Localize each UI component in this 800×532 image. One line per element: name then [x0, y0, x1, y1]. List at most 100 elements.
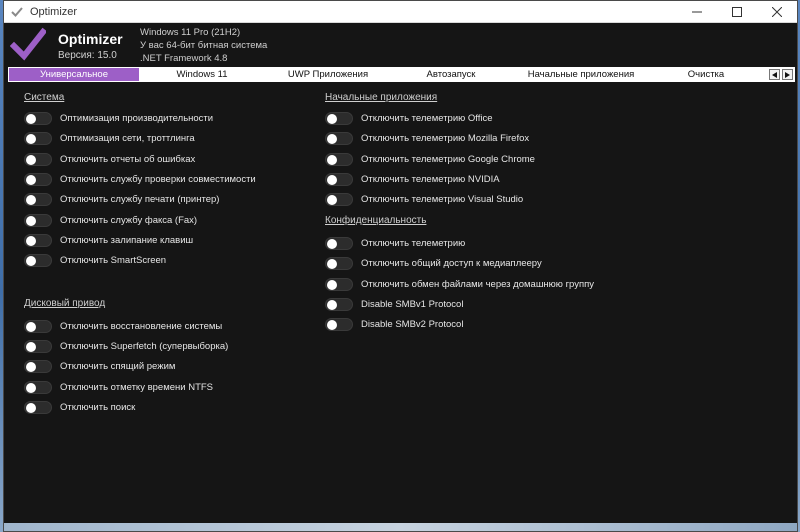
app-version: Версия: 15.0 — [58, 50, 117, 61]
toggle-row[interactable]: Отключить спящий режим — [24, 359, 175, 373]
toggle-label: Отключить телеметрию NVIDIA — [361, 173, 500, 185]
tab-scroll-left-button[interactable] — [769, 69, 780, 80]
toggle-label: Отключить восстановление системы — [60, 320, 223, 332]
toggle-switch[interactable] — [325, 317, 353, 331]
toggle-switch[interactable] — [24, 359, 52, 373]
toggle-row[interactable]: Отключить телеметрию NVIDIA — [325, 172, 500, 186]
toggle-label: Отключить обмен файлами через домашнюю г… — [361, 278, 595, 290]
toggle-row[interactable]: Оптимизация сети, троттлинга — [24, 131, 195, 145]
toggle-row[interactable]: Отключить телеметрию Visual Studio — [325, 192, 523, 206]
toggle-switch[interactable] — [325, 297, 353, 311]
toggle-row[interactable]: Отключить поиск — [24, 400, 135, 414]
toggle-label: Отключить залипание клавиш — [60, 234, 194, 246]
app-name: Optimizer — [58, 31, 123, 47]
maximize-icon — [732, 6, 742, 17]
tab-bar: Универсальное Windows 11 UWP Приложения … — [8, 67, 795, 82]
section-title-disk: Дисковый привод — [24, 298, 106, 309]
toggle-label: Отключить службу проверки совместимости — [60, 173, 256, 185]
toggle-row[interactable]: Отключить телеметрию Office — [325, 111, 493, 125]
toggle-switch[interactable] — [24, 233, 52, 247]
tab-universal[interactable]: Универсальное — [9, 68, 139, 81]
toggle-switch[interactable] — [24, 339, 52, 353]
desktop-strip — [4, 523, 797, 531]
checkmark-logo-icon — [10, 27, 46, 61]
toggle-label: Отключить SmartScreen — [60, 254, 167, 266]
toggle-switch[interactable] — [24, 319, 52, 333]
toggle-row[interactable]: Оптимизация производительности — [24, 111, 213, 125]
toggle-switch[interactable] — [24, 213, 52, 227]
tab-startup-apps[interactable]: Начальные приложения — [511, 68, 651, 81]
tab-windows-11[interactable]: Windows 11 — [140, 68, 264, 81]
checkmark-app-icon — [10, 5, 24, 19]
toggle-switch[interactable] — [24, 111, 52, 125]
section-title-startup: Начальные приложения — [325, 92, 438, 103]
toggle-switch[interactable] — [24, 192, 52, 206]
toggle-row[interactable]: Отключить службу печати (принтер) — [24, 192, 219, 206]
toggle-row[interactable]: Отключить телеметрию Google Chrome — [325, 152, 535, 166]
toggle-switch[interactable] — [325, 236, 353, 250]
app-header: Optimizer Версия: 15.0 Windows 11 Pro (2… — [4, 23, 797, 65]
maximize-button[interactable] — [717, 1, 757, 22]
toggle-row[interactable]: Отключить общий доступ к медиаплееру — [325, 256, 542, 270]
toggle-row[interactable]: Отключить отметку времени NTFS — [24, 380, 213, 394]
toggle-row[interactable]: Отключить отчеты об ошибках — [24, 152, 195, 166]
toggle-switch[interactable] — [325, 131, 353, 145]
section-title-system: Система — [24, 92, 65, 103]
toggle-switch[interactable] — [24, 380, 52, 394]
toggle-label: Отключить поиск — [60, 401, 136, 413]
toggle-row[interactable]: Отключить залипание клавиш — [24, 233, 193, 247]
minimize-icon — [692, 11, 702, 12]
toggle-label: Отключить общий доступ к медиаплееру — [361, 257, 542, 269]
toggle-label: Оптимизация сети, троттлинга — [60, 132, 195, 144]
toggle-switch[interactable] — [24, 253, 52, 267]
framework-info: .NET Framework 4.8 — [140, 53, 228, 64]
toggle-row[interactable]: Отключить Superfetch (супервыборка) — [24, 339, 228, 353]
toggle-row[interactable]: Отключить обмен файлами через домашнюю г… — [325, 277, 594, 291]
minimize-button[interactable] — [677, 1, 717, 22]
toggle-switch[interactable] — [24, 131, 52, 145]
toggle-label: Отключить службу факса (Fax) — [60, 214, 198, 226]
content-panel: Система Оптимизация производительности О… — [4, 87, 797, 531]
toggle-row[interactable]: Отключить службу проверки совместимости — [24, 172, 256, 186]
toggle-label: Отключить телеметрию — [361, 237, 466, 249]
window-title: Optimizer — [30, 5, 78, 18]
toggle-switch[interactable] — [325, 277, 353, 291]
toggle-row[interactable]: Отключить SmartScreen — [24, 253, 166, 267]
title-bar[interactable]: Optimizer — [4, 1, 797, 23]
toggle-label: Отключить телеметрию Mozilla Firefox — [361, 132, 530, 144]
tab-cleanup[interactable]: Очистка — [652, 68, 760, 81]
toggle-switch[interactable] — [325, 111, 353, 125]
toggle-row[interactable]: Отключить службу факса (Fax) — [24, 213, 197, 227]
toggle-switch[interactable] — [325, 192, 353, 206]
toggle-row[interactable]: Отключить телеметрию — [325, 236, 465, 250]
close-button[interactable] — [757, 1, 797, 22]
toggle-row[interactable]: Отключить телеметрию Mozilla Firefox — [325, 131, 529, 145]
tab-scroll-right-button[interactable] — [782, 69, 793, 80]
toggle-switch[interactable] — [24, 400, 52, 414]
toggle-row[interactable]: Disable SMBv2 Protocol — [325, 317, 463, 331]
toggle-label: Отключить телеметрию Office — [361, 112, 493, 124]
toggle-label: Отключить Superfetch (супервыборка) — [60, 340, 229, 352]
toggle-switch[interactable] — [325, 256, 353, 270]
toggle-label: Отключить телеметрию Visual Studio — [361, 193, 524, 205]
toggle-row[interactable]: Disable SMBv1 Protocol — [325, 297, 463, 311]
toggle-label: Отключить спящий режим — [60, 360, 176, 372]
triangle-right-icon — [785, 71, 790, 78]
arch-info: У вас 64-бит битная система — [140, 40, 268, 51]
toggle-label: Disable SMBv1 Protocol — [361, 298, 464, 310]
tab-uwp-apps[interactable]: UWP Приложения — [265, 68, 391, 81]
optimizer-window: Optimizer Optimizer Версия: 15.0 Windows… — [3, 0, 798, 532]
os-info: Windows 11 Pro (21H2) — [140, 27, 241, 38]
toggle-switch[interactable] — [325, 152, 353, 166]
system-info: Windows 11 Pro (21H2) У вас 64-бит битна… — [140, 26, 267, 65]
toggle-label: Отключить отметку времени NTFS — [60, 381, 214, 393]
toggle-label: Disable SMBv2 Protocol — [361, 318, 464, 330]
toggle-label: Отключить отчеты об ошибках — [60, 153, 196, 165]
toggle-label: Оптимизация производительности — [60, 112, 214, 124]
toggle-switch[interactable] — [24, 172, 52, 186]
toggle-row[interactable]: Отключить восстановление системы — [24, 319, 222, 333]
tab-autostart[interactable]: Автозапуск — [392, 68, 510, 81]
close-icon — [772, 6, 782, 17]
toggle-switch[interactable] — [24, 152, 52, 166]
toggle-switch[interactable] — [325, 172, 353, 186]
